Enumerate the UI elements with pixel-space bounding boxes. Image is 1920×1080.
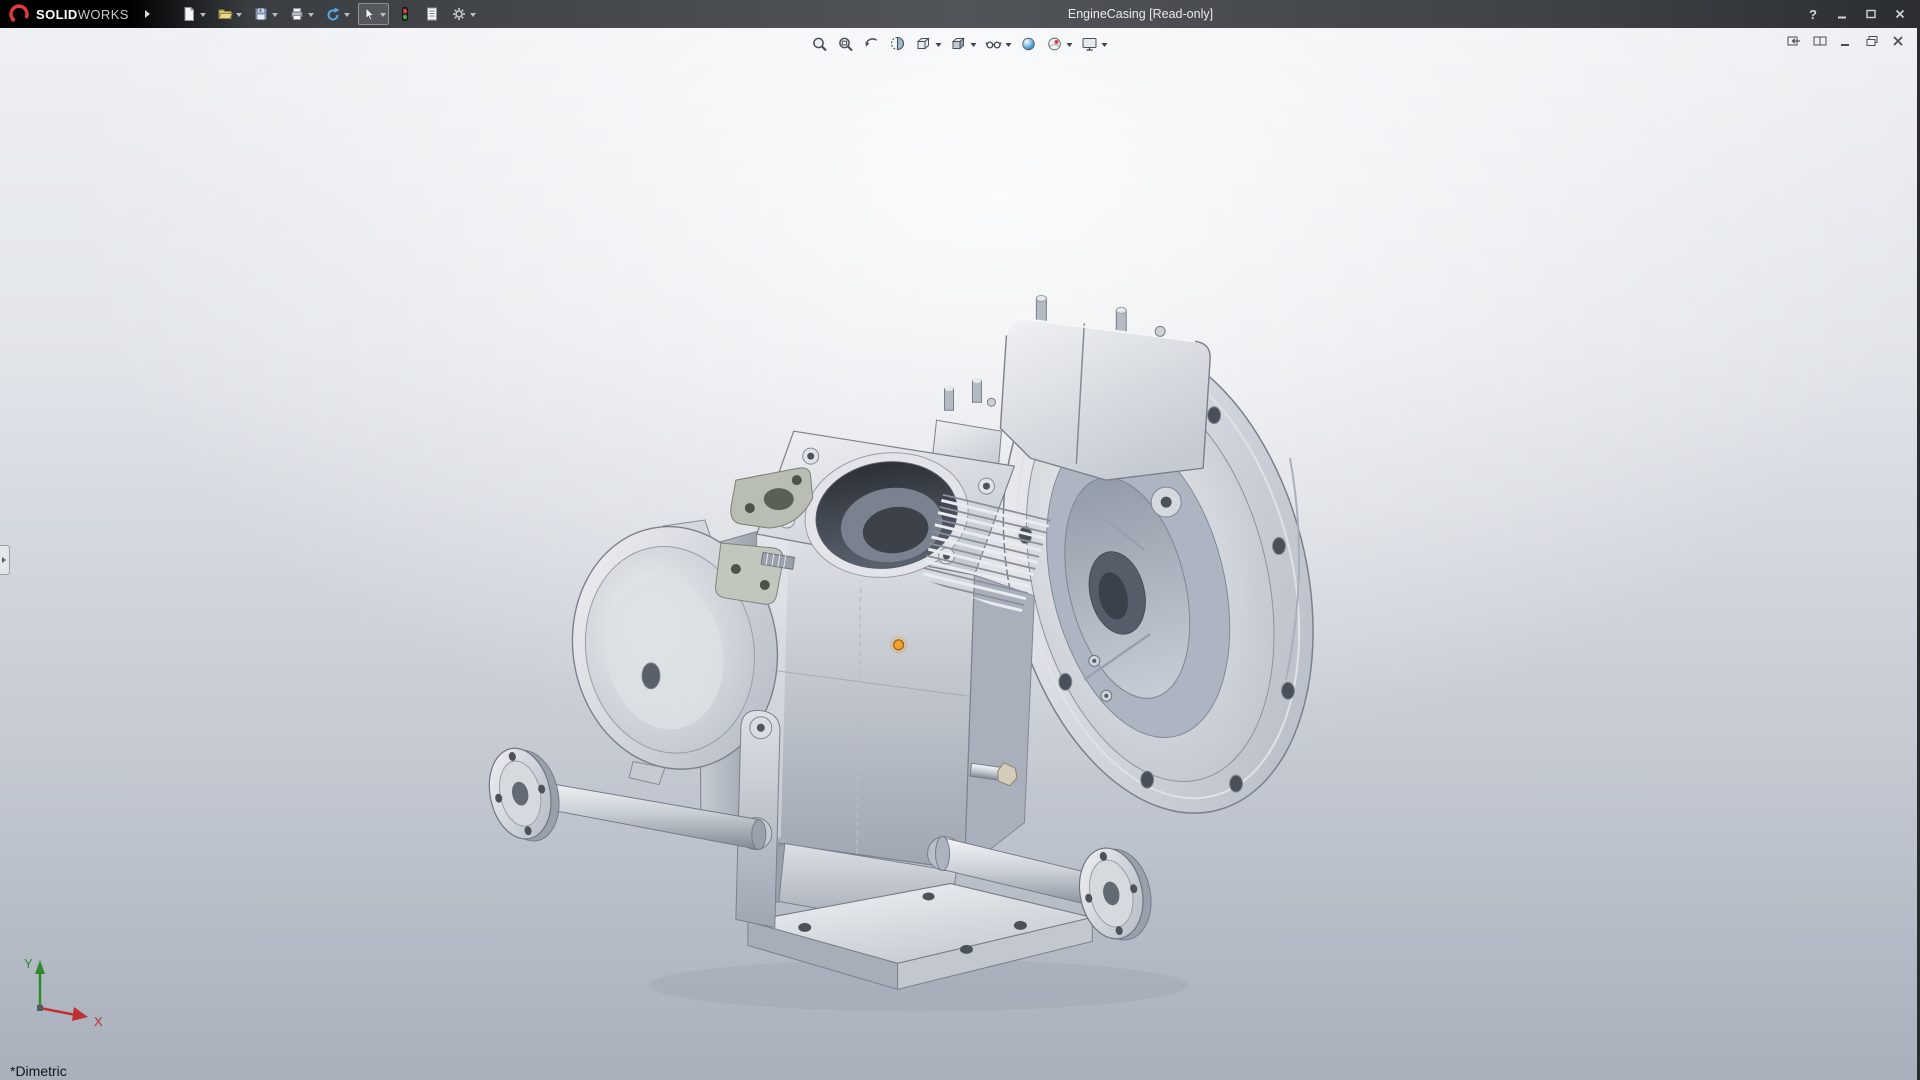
hide-show-items-button[interactable] [981,32,1014,56]
triad-x-arrowhead [72,1007,88,1021]
solidworks-logo-icon [8,3,30,25]
open-button[interactable] [214,3,245,25]
new-document-icon [181,6,197,22]
zoom-to-area-button[interactable] [833,32,857,56]
minimize-icon [1836,8,1848,20]
undo-button[interactable] [322,3,353,25]
zoom-to-fit-button[interactable] [807,32,831,56]
toolbar-dock-arrow-icon [145,10,154,18]
dropdown-caret-icon[interactable] [200,13,206,20]
dropdown-caret-icon[interactable] [1101,43,1107,50]
edit-appearance-button[interactable] [1016,32,1040,56]
window-controls: ? [1805,6,1920,22]
print-button[interactable] [286,3,317,25]
dropdown-caret-icon[interactable] [344,13,350,20]
dropdown-caret-icon[interactable] [470,13,476,20]
select-button[interactable] [358,3,389,25]
options-button[interactable] [448,3,479,25]
dropdown-caret-icon[interactable] [970,43,976,50]
hide-show-items-icon [984,35,1002,53]
triad-x-label: X [94,1014,103,1029]
origin-marker[interactable] [891,637,907,653]
file-properties-button[interactable] [421,3,443,25]
section-view-button[interactable] [885,32,909,56]
view-settings-icon [1080,35,1098,53]
previous-view-icon [862,35,880,53]
view-orientation-button[interactable] [911,32,944,56]
top-cover[interactable] [1000,295,1210,480]
document-window-controls [1785,33,1907,48]
graphics-area[interactable]: Y X *Dimetric [0,28,1917,1080]
dropdown-caret-icon[interactable] [272,13,278,20]
edit-appearance-icon [1019,35,1037,53]
heads-up-view-toolbar [807,32,1110,56]
zoom-to-fit-icon [810,35,828,53]
view-settings-button[interactable] [1077,32,1110,56]
restore-icon [1864,34,1880,48]
close-icon [1894,8,1906,20]
model-canvas[interactable] [0,28,1917,1080]
dropdown-caret-icon[interactable] [1066,43,1072,50]
window-title: EngineCasing [Read-only] [1068,7,1213,21]
triad-y-label: Y [24,956,33,971]
apply-scene-button[interactable] [1042,32,1075,56]
triad-origin [37,1005,43,1011]
dropdown-caret-icon[interactable] [380,13,386,20]
previous-view-button[interactable] [859,32,883,56]
minimize-icon [1838,34,1854,48]
select-cursor-icon [361,6,377,22]
section-view-icon [888,35,906,53]
minimize-button[interactable] [1834,6,1850,22]
view-orientation-icon [914,35,932,53]
close-button[interactable] [1892,6,1908,22]
engine-casing-model[interactable] [481,295,1360,1011]
new-document-button[interactable] [178,3,209,25]
brand-text: SOLIDWORKS [36,7,129,22]
rebuild-icon [397,6,413,22]
solidworks-logo: SOLIDWORKS [0,3,154,25]
apply-scene-icon [1045,35,1063,53]
dropdown-caret-icon[interactable] [1005,43,1011,50]
dropdown-caret-icon[interactable] [935,43,941,50]
rebuild-button[interactable] [394,3,416,25]
orientation-triad: Y X [6,946,136,1056]
previous-window-icon [1786,34,1802,48]
display-pane-icon [1812,34,1828,48]
dropdown-caret-icon[interactable] [236,13,242,20]
print-icon [289,6,305,22]
close-icon [1890,34,1906,48]
save-icon [253,6,269,22]
maximize-icon [1865,8,1877,20]
maximize-button[interactable] [1863,6,1879,22]
save-button[interactable] [250,3,281,25]
display-style-icon [949,35,967,53]
close-document-button[interactable] [1889,33,1907,48]
solidworks-window: SOLIDWORKS [0,0,1920,1080]
brand-works: WORKS [78,7,129,22]
restore-document-button[interactable] [1863,33,1881,48]
zoom-to-area-icon [836,35,854,53]
featuremanager-splitter-tab[interactable] [0,545,10,575]
previous-window-button[interactable] [1785,33,1803,48]
help-button[interactable]: ? [1805,6,1821,22]
options-icon [451,6,467,22]
dropdown-caret-icon[interactable] [308,13,314,20]
titlebar: SOLIDWORKS [0,0,1920,28]
undo-icon [325,6,341,22]
file-properties-icon [424,6,440,22]
triad-x-axis [40,1008,76,1015]
open-folder-icon [217,6,233,22]
minimize-document-button[interactable] [1837,33,1855,48]
brand-solid: SOLID [36,7,78,22]
display-pane-toggle-button[interactable] [1811,33,1829,48]
view-orientation-label: *Dimetric [10,1063,67,1079]
quick-access-toolbar [178,3,479,25]
display-style-button[interactable] [946,32,979,56]
triad-y-arrowhead [35,960,45,974]
